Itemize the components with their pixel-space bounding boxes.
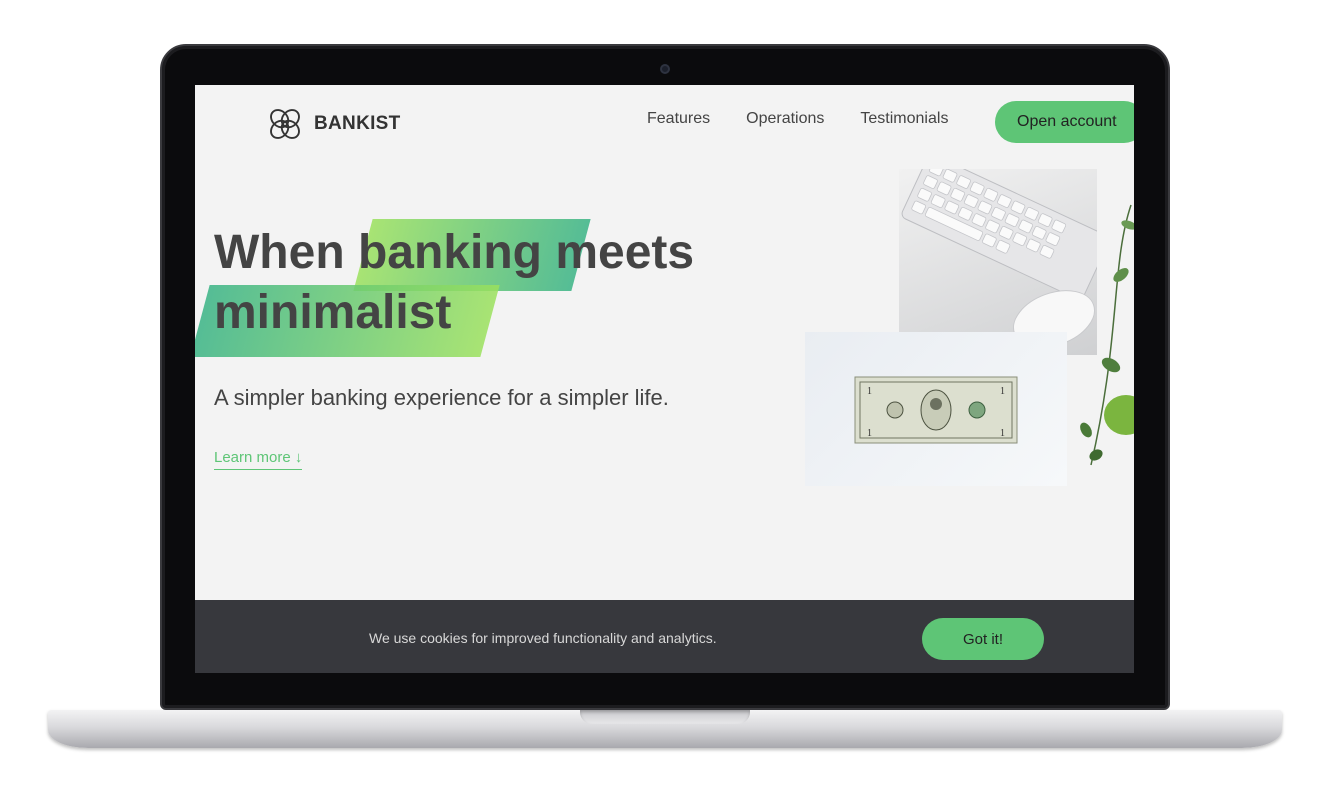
svg-text:1: 1 — [1000, 386, 1005, 397]
keyboard-image — [899, 169, 1097, 355]
learn-more-link[interactable]: Learn more ↓ — [214, 449, 303, 470]
plant-image — [1071, 185, 1134, 485]
nav-links: Features Operations Testimonials — [647, 110, 948, 128]
cookie-message: We use cookies for improved functionalit… — [369, 630, 717, 646]
hero-title-highlight1: banking — [357, 226, 542, 279]
svg-text:1: 1 — [867, 386, 872, 397]
browser-viewport: BANKIST Features Operations Testimonials… — [195, 85, 1134, 673]
nav-link-operations[interactable]: Operations — [746, 110, 824, 128]
cookie-banner: We use cookies for improved functionalit… — [195, 600, 1134, 673]
logo[interactable]: BANKIST — [266, 105, 401, 143]
dollar-bill-image: 1 1 1 1 — [805, 332, 1067, 486]
svg-text:1: 1 — [867, 428, 872, 439]
webcam-icon — [660, 64, 670, 74]
nav-link-testimonials[interactable]: Testimonials — [860, 110, 948, 128]
hero-title-highlight2: minimalist — [214, 286, 452, 339]
logo-text: BANKIST — [314, 113, 401, 134]
hero-title: When banking meets minimalist — [214, 223, 694, 343]
hero-subtitle: A simpler banking experience for a simpl… — [214, 385, 669, 410]
bankist-logo-icon — [270, 109, 300, 139]
nav-link-features[interactable]: Features — [647, 110, 710, 128]
open-account-button[interactable]: Open account — [995, 101, 1134, 143]
hero-title-word2: meets — [555, 226, 695, 279]
cookie-accept-button[interactable]: Got it! — [922, 618, 1044, 660]
svg-text:1: 1 — [1000, 428, 1005, 439]
hero-title-word1: When — [214, 226, 345, 279]
laptop-notch — [580, 710, 750, 724]
